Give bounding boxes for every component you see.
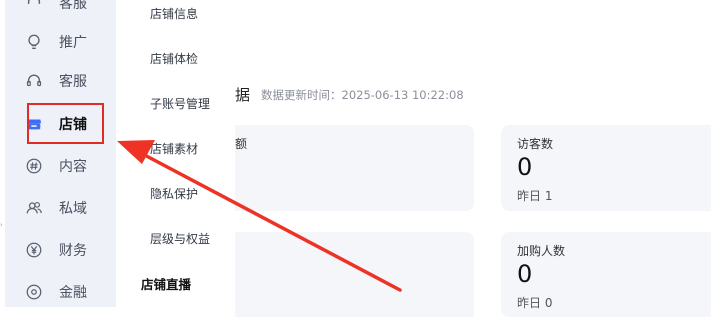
submenu-item-store-info[interactable]: 店铺信息	[150, 5, 198, 22]
card-value: 0	[517, 153, 533, 181]
store-submenu: 店铺信息 店铺体检 子账号管理 店铺素材 隐私保护 层级与权益 店铺直播	[116, 0, 235, 307]
bulb-icon	[23, 31, 45, 53]
main-content: 据 数据更新时间：2025-06-13 10:22:08 额 访客数 0 昨日 …	[235, 0, 711, 317]
sidebar-item-label: 推广	[59, 35, 87, 51]
metric-card-visitors[interactable]: 访客数 0 昨日 1	[501, 125, 711, 211]
card-title: 加购人数	[517, 244, 566, 258]
submenu-item-privacy[interactable]: 隐私保护	[150, 185, 198, 202]
red-highlight-box	[27, 103, 104, 144]
metric-card[interactable]: 额	[235, 125, 474, 211]
card-yesterday: 昨日 0	[517, 296, 553, 310]
sidebar-item-label: 私域	[59, 201, 87, 217]
submenu-item-store-live[interactable]: 店铺直播	[141, 274, 191, 293]
sidebar-item-customer-service[interactable]: 客服	[23, 66, 113, 96]
sidebar-item-financing[interactable]: 金融	[23, 277, 113, 307]
metric-card-add-to-cart[interactable]: 加购人数 0 昨日 0	[501, 232, 711, 317]
finance-icon	[23, 281, 45, 303]
submenu-item-tier-benefits[interactable]: 层级与权益	[150, 230, 210, 247]
card-title: 额	[235, 137, 248, 151]
section-title: 据	[235, 86, 251, 104]
metric-card[interactable]	[235, 232, 474, 317]
card-value: 0	[517, 260, 533, 288]
card-title: 访客数	[517, 137, 554, 151]
sidebar-item-promotion[interactable]: 推广	[23, 27, 113, 57]
sidebar-item-content[interactable]: 内容	[23, 151, 113, 181]
headset-icon	[23, 0, 45, 14]
sidebar: 客服 推广 客服 店铺 内容 私域 财务 金融	[5, 0, 116, 307]
yen-icon	[23, 239, 45, 261]
sidebar-item-label: 财务	[59, 243, 87, 259]
data-update-time: 数据更新时间：2025-06-13 10:22:08	[261, 88, 464, 102]
sidebar-item-private-domain[interactable]: 私域	[23, 193, 113, 223]
submenu-item-store-checkup[interactable]: 店铺体检	[150, 50, 198, 67]
headset-icon	[23, 70, 45, 92]
users-icon	[23, 197, 45, 219]
sidebar-item-customer-service-top[interactable]: 客服	[23, 0, 113, 18]
hashtag-icon	[23, 155, 45, 177]
submenu-item-store-materials[interactable]: 店铺素材	[150, 140, 198, 157]
sidebar-item-label: 内容	[59, 159, 87, 175]
sidebar-item-label: 金融	[59, 285, 87, 301]
sidebar-item-label: 客服	[59, 0, 87, 12]
submenu-item-subaccounts[interactable]: 子账号管理	[150, 95, 210, 112]
sidebar-item-finance[interactable]: 财务	[23, 235, 113, 265]
sidebar-item-label: 客服	[59, 74, 87, 90]
card-yesterday: 昨日 1	[517, 189, 553, 203]
